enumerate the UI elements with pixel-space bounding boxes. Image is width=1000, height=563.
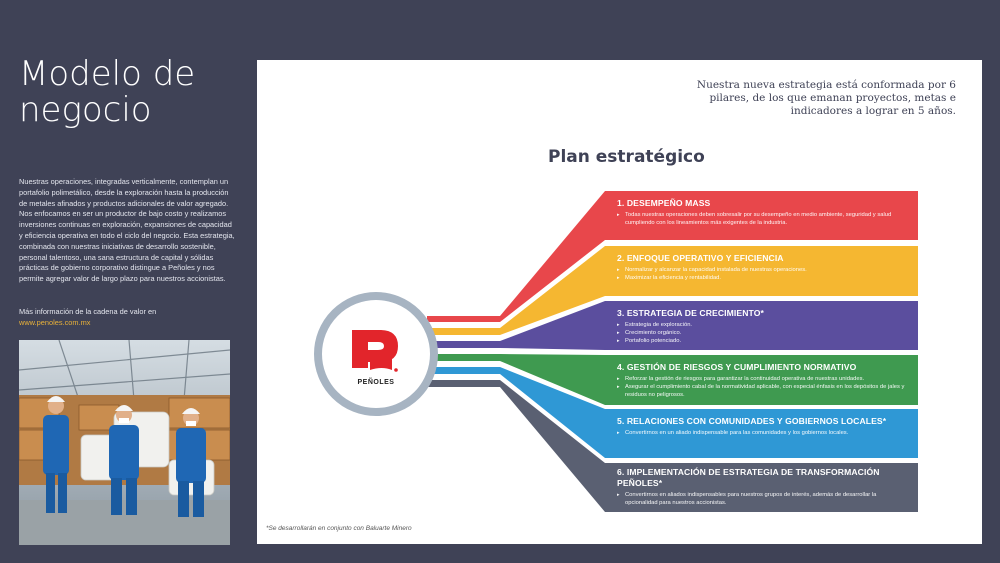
workers-photo-illustration (19, 340, 230, 545)
pillar-3-item-3: Portafolio potenciado. (617, 338, 908, 346)
pillar-5-title: 5. RELACIONES CON COMUNIDADES Y GOBIERNO… (617, 416, 887, 426)
penoles-logo: PEÑOLES (314, 292, 438, 416)
pillar-1: 1. DESEMPEÑO MASS Todas nuestras operaci… (605, 191, 918, 240)
left-panel: Modelo de negocio Nuestras operaciones, … (0, 0, 245, 563)
pillar-1-title: 1. DESEMPEÑO MASS (617, 198, 711, 208)
website-link[interactable]: www.penoles.com.mx (19, 318, 237, 329)
workers-photo (19, 340, 230, 545)
strategy-card: Nuestra nueva estrategia está conformada… (257, 60, 982, 544)
pillar-4-item-2: Asegurar el cumplimiento cabal de la nor… (617, 384, 908, 400)
pillar-4: 4. GESTIÓN DE RIESGOS Y CUMPLIMIENTO NOR… (605, 355, 918, 405)
more-info: Más información de la cadena de valor en… (19, 307, 237, 329)
page-title-line1: Modelo de (19, 54, 196, 94)
pillar-4-item-1: Reforzar la gestión de riesgos para gara… (617, 376, 908, 384)
penoles-logo-text: PEÑOLES (357, 379, 395, 386)
pillar-2-item-2: Maximizar la eficiencia y rentabilidad. (617, 275, 908, 283)
footnote: *Se desarrollarán en conjunto con Baluar… (266, 525, 412, 532)
pillar-3-item-1: Estrategia de exploración. (617, 322, 908, 330)
more-info-label: Más información de la cadena de valor en (19, 307, 157, 316)
pillar-5: 5. RELACIONES CON COMUNIDADES Y GOBIERNO… (605, 409, 918, 458)
page-title-line2: negocio (19, 90, 152, 130)
pillar-6-item-1: Convertirnos en aliados indispensables p… (617, 492, 908, 508)
pillar-2-item-1: Normalizar y alcanzar la capacidad insta… (617, 267, 908, 275)
pillar-6: 6. IMPLEMENTACIÓN DE ESTRATEGIA DE TRANS… (605, 463, 918, 512)
pillar-2: 2. ENFOQUE OPERATIVO Y EFICIENCIA Normal… (605, 246, 918, 296)
page-title: Modelo de negocio (19, 56, 195, 128)
pillar-3-item-2: Crecimiento orgánico. (617, 330, 908, 338)
pillar-4-title: 4. GESTIÓN DE RIESGOS Y CUMPLIMIENTO NOR… (617, 362, 857, 372)
pillar-3: 3. ESTRATEGIA DE CRECIMIENTO* Estrategia… (605, 301, 918, 350)
penoles-logo-mark (352, 330, 398, 372)
pillar-1-item-1: Todas nuestras operaciones deben sobresa… (617, 212, 908, 228)
intro-paragraph: Nuestras operaciones, integradas vertica… (19, 177, 235, 284)
pillar-6-title: 6. IMPLEMENTACIÓN DE ESTRATEGIA DE TRANS… (617, 467, 880, 488)
pillar-2-title: 2. ENFOQUE OPERATIVO Y EFICIENCIA (617, 253, 784, 263)
pillar-5-item-1: Convertirnos en un aliado indispensable … (617, 430, 908, 438)
pillar-3-title: 3. ESTRATEGIA DE CRECIMIENTO* (617, 308, 764, 318)
